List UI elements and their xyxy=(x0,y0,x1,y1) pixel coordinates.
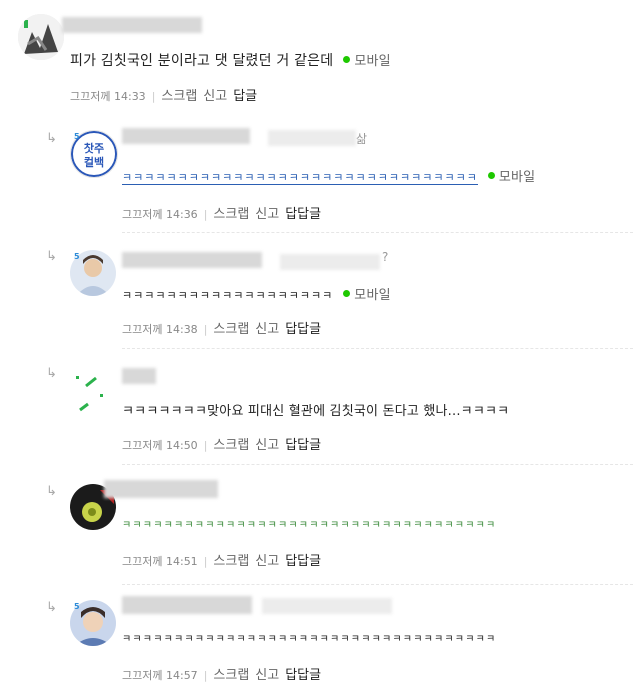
name-suffix: ? xyxy=(382,250,389,264)
comment-meta: 그끄저께 14:36 | 스크랩 신고 답답글 xyxy=(122,203,321,222)
mobile-dot-icon xyxy=(343,289,351,297)
time-prefix: 그끄저께 xyxy=(70,90,111,103)
timestamp: 14:57 xyxy=(165,669,198,682)
comment-text-content: ㅋㅋㅋㅋㅋㅋㅋ맞아요 피대신 혈관에 김칫국이 돈다고 했나...ㅋㅋㅋㅋ xyxy=(122,404,510,419)
comment-text-content[interactable]: ㅋㅋㅋㅋㅋㅋㅋㅋㅋㅋㅋㅋㅋㅋㅋㅋㅋㅋㅋㅋㅋㅋㅋㅋㅋㅋㅋㅋㅋㅋㅋㅋ xyxy=(122,171,478,185)
separator: | xyxy=(203,555,208,568)
timestamp: 14:33 xyxy=(113,90,146,103)
time-prefix: 그끄저께 xyxy=(122,669,163,682)
scrap-button[interactable]: 스크랩 xyxy=(213,207,249,222)
name-suffix: 삶 xyxy=(356,132,368,146)
separator: | xyxy=(203,323,208,336)
timestamp: 14:50 xyxy=(165,439,198,452)
time-prefix: 그끄저께 xyxy=(122,439,163,452)
mobile-label: 모바일 xyxy=(354,54,391,69)
comment-divider xyxy=(122,232,633,233)
author-name[interactable] xyxy=(62,17,202,33)
comment-text: 피가 김칫국인 분이라고 댓 달렸던 거 같은데 모바일 xyxy=(70,50,391,70)
comment-meta: 그끄저께 14:57 | 스크랩 신고 답답글 xyxy=(122,664,321,683)
scrap-button[interactable]: 스크랩 xyxy=(213,322,249,337)
timestamp: 14:51 xyxy=(165,555,198,568)
author-name[interactable] xyxy=(122,368,156,384)
author-name-extra xyxy=(262,598,392,614)
time-prefix: 그끄저께 xyxy=(122,323,163,336)
comment-text: ㅋㅋㅋㅋㅋㅋㅋㅋㅋㅋㅋㅋㅋㅋㅋㅋㅋㅋㅋ 모바일 xyxy=(122,284,391,303)
separator: | xyxy=(203,208,208,221)
scrap-button[interactable]: 스크랩 xyxy=(213,438,249,453)
mobile-dot-icon xyxy=(487,171,495,179)
report-button[interactable]: 신고 xyxy=(255,554,279,569)
reply-button[interactable]: 답답글 xyxy=(285,322,321,337)
scrap-button[interactable]: 스크랩 xyxy=(213,554,249,569)
author-name-extra xyxy=(280,254,380,270)
reply-arrow-icon: ↳ xyxy=(46,366,57,381)
reply-arrow-icon: ↳ xyxy=(46,131,57,146)
comment-text-content: ㅋㅋㅋㅋㅋㅋㅋㅋㅋㅋㅋㅋㅋㅋㅋㅋㅋㅋㅋㅋㅋㅋㅋㅋㅋㅋㅋㅋㅋㅋㅋㅋㅋㅋㅋㅋ xyxy=(122,634,497,645)
time-prefix: 그끄저께 xyxy=(122,555,163,568)
mobile-dot-icon xyxy=(343,55,351,63)
comment-meta: 그끄저께 14:51 | 스크랩 신고 답답글 xyxy=(122,550,321,569)
report-button[interactable]: 신고 xyxy=(203,89,227,104)
comment-text-content: ㅋㅋㅋㅋㅋㅋㅋㅋㅋㅋㅋㅋㅋㅋㅋㅋㅋㅋㅋ xyxy=(122,289,334,302)
author-name[interactable] xyxy=(122,252,262,268)
comment-text-content: ㅋㅋㅋㅋㅋㅋㅋㅋㅋㅋㅋㅋㅋㅋㅋㅋㅋㅋㅋㅋㅋㅋㅋㅋㅋㅋㅋㅋㅋㅋㅋㅋㅋㅋㅋㅋ xyxy=(122,520,497,531)
timestamp: 14:38 xyxy=(165,323,198,336)
comment-divider xyxy=(122,584,633,585)
author-name[interactable] xyxy=(122,128,250,144)
separator: | xyxy=(203,669,208,682)
reply-arrow-icon: ↳ xyxy=(46,249,57,264)
comment-text: ㅋㅋㅋㅋㅋㅋㅋ맞아요 피대신 혈관에 김칫국이 돈다고 했나...ㅋㅋㅋㅋ xyxy=(122,400,509,419)
mobile-label: 모바일 xyxy=(498,170,536,185)
reply-button[interactable]: 답글 xyxy=(233,89,257,104)
time-prefix: 그끄저께 xyxy=(122,208,163,221)
comment-text-content: 피가 김칫국인 분이라고 댓 달렸던 거 같은데 xyxy=(70,53,334,69)
avatar[interactable] xyxy=(70,366,116,412)
report-button[interactable]: 신고 xyxy=(255,668,279,683)
comment-text: ㅋㅋㅋㅋㅋㅋㅋㅋㅋㅋㅋㅋㅋㅋㅋㅋㅋㅋㅋㅋㅋㅋㅋㅋㅋㅋㅋㅋㅋㅋㅋㅋ 모바일 xyxy=(122,166,535,185)
comment-text: ㅋㅋㅋㅋㅋㅋㅋㅋㅋㅋㅋㅋㅋㅋㅋㅋㅋㅋㅋㅋㅋㅋㅋㅋㅋㅋㅋㅋㅋㅋㅋㅋㅋㅋㅋㅋ xyxy=(122,630,496,646)
scrap-button[interactable]: 스크랩 xyxy=(161,89,197,104)
separator: | xyxy=(151,90,156,103)
reply-arrow-icon: ↳ xyxy=(46,484,57,499)
level-badge: 5 xyxy=(74,252,80,261)
report-button[interactable]: 신고 xyxy=(255,438,279,453)
comment-divider xyxy=(122,464,633,465)
svg-text:찻주: 찻주 xyxy=(84,141,104,155)
avatar-default-image xyxy=(70,366,116,412)
svg-text:컬백: 컬백 xyxy=(84,155,104,169)
reply-arrow-icon: ↳ xyxy=(46,600,57,615)
author-name[interactable] xyxy=(104,480,218,498)
reply-button[interactable]: 답답글 xyxy=(285,207,321,222)
level-badge: 5 xyxy=(74,132,80,141)
author-name-extra xyxy=(268,130,356,146)
reply-button[interactable]: 답답글 xyxy=(285,554,321,569)
comment-text: ㅋㅋㅋㅋㅋㅋㅋㅋㅋㅋㅋㅋㅋㅋㅋㅋㅋㅋㅋㅋㅋㅋㅋㅋㅋㅋㅋㅋㅋㅋㅋㅋㅋㅋㅋㅋ xyxy=(122,516,496,532)
comment-meta: 그끄저께 14:50 | 스크랩 신고 답답글 xyxy=(122,434,321,453)
timestamp: 14:36 xyxy=(165,208,198,221)
report-button[interactable]: 신고 xyxy=(255,207,279,222)
level-badge: 5 xyxy=(74,602,80,611)
comment-divider xyxy=(122,348,633,349)
author-name[interactable] xyxy=(122,596,252,614)
reply-button[interactable]: 답답글 xyxy=(285,668,321,683)
comment-meta: 그끄저께 14:33 | 스크랩 신고 답글 xyxy=(70,85,257,104)
reply-button[interactable]: 답답글 xyxy=(285,438,321,453)
scrap-button[interactable]: 스크랩 xyxy=(213,668,249,683)
comment-meta: 그끄저께 14:38 | 스크랩 신고 답답글 xyxy=(122,318,321,337)
separator: | xyxy=(203,439,208,452)
report-button[interactable]: 신고 xyxy=(255,322,279,337)
avatar-image xyxy=(18,14,64,60)
avatar[interactable] xyxy=(18,14,64,60)
mobile-label: 모바일 xyxy=(354,288,391,303)
